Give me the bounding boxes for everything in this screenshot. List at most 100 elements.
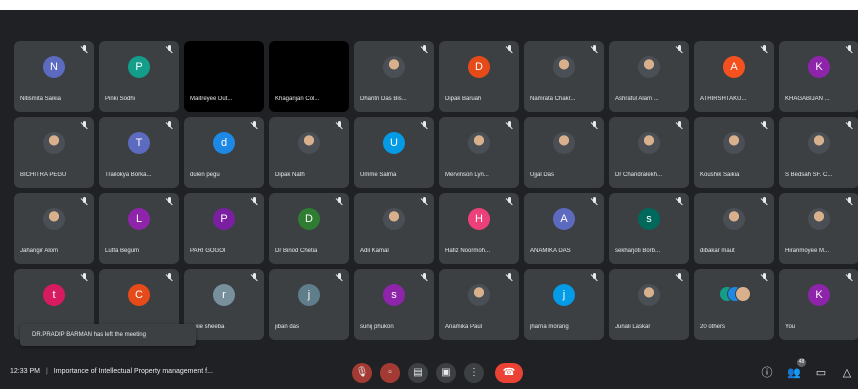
participant-tile[interactable]: U Umme Salma [354,117,434,188]
camera-toggle-button[interactable]: ▫ [380,363,400,383]
participant-tile[interactable]: D Dr Binod Chetia [269,193,349,264]
people-count-badge: 48 [797,358,806,367]
participant-tile[interactable]: j jharna morang [524,269,604,340]
avatar: T [128,132,150,154]
participant-tile[interactable]: Maitreyee Dut... [184,41,264,112]
present-button[interactable]: ▣ [436,363,456,383]
participant-tile[interactable]: Junali Laskar [609,269,689,340]
participant-tile[interactable]: D Dipak Baruah [439,41,519,112]
participant-tile[interactable]: K You [779,269,858,340]
meeting-time: 12:33 PM [10,368,40,375]
mic-muted-icon [336,197,344,206]
mic-muted-icon [591,121,599,130]
mic-muted-icon [81,45,89,54]
participant-tile[interactable]: 20 others [694,269,774,340]
end-call-button[interactable]: ☎ [495,363,523,383]
chat-button[interactable]: ▭ [814,366,828,380]
avatar-photo [298,132,320,154]
participant-name: Dr Chandralekh... [615,172,663,178]
avatar: A [723,56,745,78]
avatar: L [128,208,150,230]
participant-name: Namrata Chakr... [530,96,576,102]
participant-name: Khagarijan Col... [275,96,320,102]
participant-tile[interactable]: L Lutfa Begum [99,193,179,264]
participant-tile[interactable]: Dharitri Das Bis... [354,41,434,112]
activities-button[interactable]: △ [840,366,854,380]
participant-tile[interactable]: r roxie sheeba [184,269,264,340]
separator: | [45,368,48,375]
mic-muted-icon [421,121,429,130]
avatar-photo [383,56,405,78]
mic-muted-icon [846,45,854,54]
captions-icon: ▤ [413,367,423,378]
participant-tile[interactable]: Anamika Paul [439,269,519,340]
left-meeting-toast: DR.PRADIP BARMAN has left the meeting [20,324,196,346]
avatar-photo [723,132,745,154]
participant-tile[interactable]: dibakar maut [694,193,774,264]
mic-muted-icon [506,273,514,282]
meeting-details[interactable]: 12:33 PM | Importance of Intellectual Prop… [10,368,213,375]
mic-muted-icon [846,121,854,130]
mic-muted-icon [336,121,344,130]
meet-window: N Nitismita Saikia P Pinki Sodhi Maitreyee D… [0,10,858,389]
participant-tile[interactable]: Adil Kamal [354,193,434,264]
mic-muted-icon [761,45,769,54]
mic-muted-icon [251,197,259,206]
participant-tile[interactable]: A ATHIRSHTAKU... [694,41,774,112]
participant-tile[interactable]: Namrata Chakr... [524,41,604,112]
participant-name: You [785,324,796,330]
avatar: N [43,56,65,78]
mic-muted-icon [81,197,89,206]
participant-tile[interactable]: A ANAMIKA DAS [524,193,604,264]
mic-muted-icon [591,197,599,206]
participant-name: KHAGABIJAN ... [785,96,830,102]
participant-tile[interactable]: s sekharjoti Borb... [609,193,689,264]
participant-tile[interactable]: T Trailokya Borka... [99,117,179,188]
participant-name: Dr Binod Chetia [275,248,318,254]
meeting-title: Importance of Intellectual Property mana… [53,368,213,375]
participant-tile[interactable]: Khagarijan Col... [269,41,349,112]
more-options-button[interactable]: ⋮ [464,363,484,383]
participant-tile[interactable]: s sunij phukon [354,269,434,340]
participant-tile[interactable]: BICHITRA PEGU [14,117,94,188]
participant-tile[interactable]: S Bedsah SF. C... [779,117,858,188]
participant-tile[interactable]: j jiban das [269,269,349,340]
participant-tile[interactable]: Mervinson Lyn... [439,117,519,188]
participant-tile[interactable]: P PARI GOGOI [184,193,264,264]
meeting-info-button[interactable]: ⓘ [760,366,774,380]
mic-muted-icon [421,197,429,206]
participant-name: 20 others [700,324,726,330]
participant-tile[interactable]: d dulen pegu [184,117,264,188]
mic-toggle-button[interactable]: 🎙 [352,363,372,383]
participant-tile[interactable]: Ujjal Das [524,117,604,188]
participant-tile[interactable]: K KHAGABIJAN ... [779,41,858,112]
participant-name: BICHITRA PEGU [20,172,67,178]
captions-button[interactable]: ▤ [408,363,428,383]
participant-tile[interactable]: Dr Chandralekh... [609,117,689,188]
people-button[interactable]: 👥 [787,366,801,380]
mic-muted-icon [421,45,429,54]
mic-muted-icon [166,273,174,282]
participant-name: PARI GOGOI [190,248,226,254]
participant-tile[interactable]: Jahangir Alom [14,193,94,264]
mic-muted-icon [676,197,684,206]
participant-name: roxie sheeba [190,324,225,330]
activities-icon: △ [842,367,852,379]
participant-tile[interactable]: Hiranmoyee M... [779,193,858,264]
participant-tile[interactable]: P Pinki Sodhi [99,41,179,112]
participant-tile[interactable]: Dipak Nath [269,117,349,188]
participant-tile[interactable]: Koushik Saikia [694,117,774,188]
participant-name: jiban das [275,324,300,330]
participant-tile[interactable]: Ashraful Alam ... [609,41,689,112]
participant-name: dulen pegu [190,172,220,178]
avatar: s [638,208,660,230]
participant-tile[interactable]: N Nitismita Saikia [14,41,94,112]
mic-muted-icon [336,273,344,282]
mic-muted-icon [506,121,514,130]
mic-muted-icon [676,45,684,54]
participant-tile[interactable]: H Hafiz Noormoh... [439,193,519,264]
participant-name: Koushik Saikia [700,172,740,178]
participant-name: Ashraful Alam ... [615,96,659,102]
participant-name: Pinki Sodhi [105,96,136,102]
participant-name: Hafiz Noormoh... [445,248,491,254]
